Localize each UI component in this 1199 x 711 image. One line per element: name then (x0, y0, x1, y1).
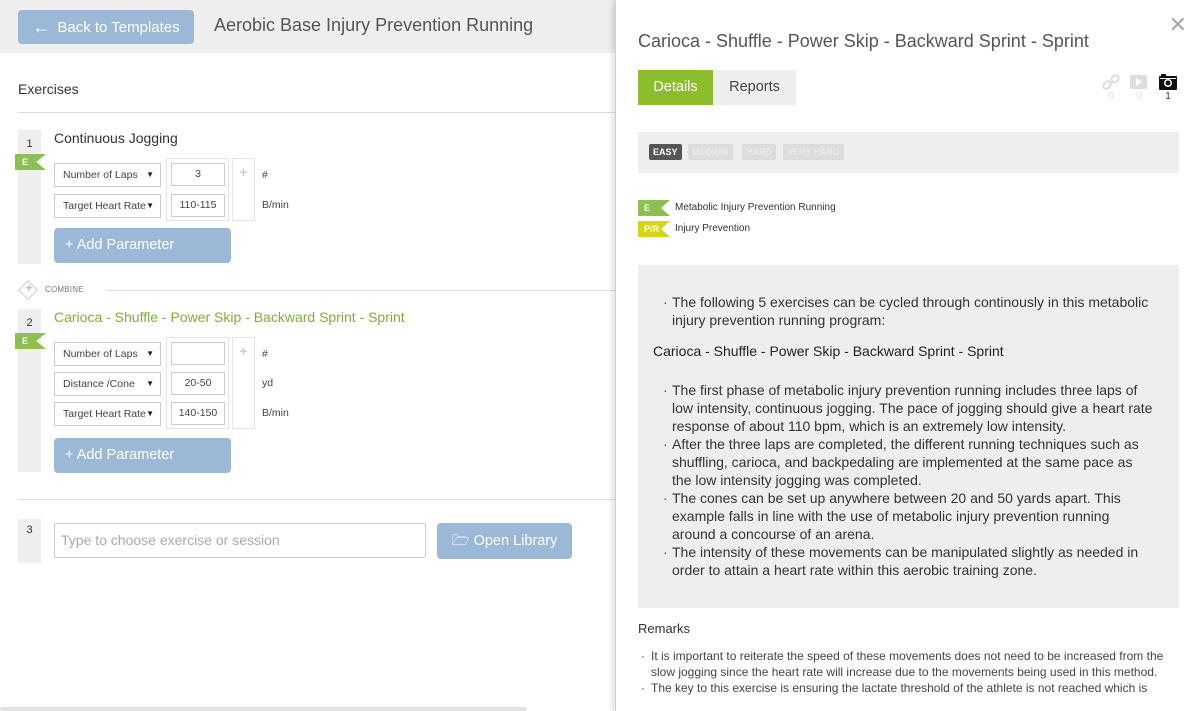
parameter-select[interactable]: Target Heart Rate ▼ (54, 194, 161, 218)
remark-item: It is important to reiterate the speed o… (638, 648, 1168, 680)
parameter-unit: B/min (262, 199, 289, 211)
description-point: The first phase of metabolic injury prev… (663, 381, 1154, 435)
description-point: The intensity of these movements can be … (663, 543, 1154, 579)
template-editor-pane: ← Back to Templates Aerobic Base Injury … (0, 0, 615, 711)
category-flag: P/R (638, 221, 670, 237)
plus-icon: + (239, 343, 248, 359)
parameter-value-input[interactable]: 110-115 (171, 194, 225, 217)
description-intro: The following 5 exercises can be cycled … (663, 293, 1154, 329)
caret-down-icon: ▼ (146, 349, 154, 358)
combine-divider: + COMBINE (18, 280, 615, 300)
exercise-number: 3 (18, 519, 41, 563)
link-icon (1102, 74, 1120, 90)
parameter-unit: # (262, 348, 268, 360)
difficulty-selector: EASY MEDIUM HARD VERY HARD (638, 132, 1179, 173)
exercise-number: 1 (18, 130, 41, 264)
category-label: Injury Prevention (675, 223, 751, 234)
category-flag: E (638, 200, 670, 216)
category-tag: E Metabolic Injury Prevention Running (638, 200, 938, 216)
arrow-left-icon: ← (32, 17, 51, 37)
difficulty-hard[interactable]: HARD (742, 144, 776, 160)
videos-count: 0 (1136, 91, 1142, 102)
parameter-value-input[interactable] (171, 342, 225, 365)
videos-media[interactable]: 0 (1129, 73, 1149, 103)
exercise-name[interactable]: Carioca - Shuffle - Power Skip - Backwar… (54, 309, 405, 325)
difficulty-very-hard[interactable]: VERY HARD (783, 144, 844, 160)
open-library-label: Open Library (473, 533, 558, 549)
photos-count: 1 (1165, 91, 1171, 102)
links-count: 0 (1108, 91, 1114, 102)
caret-down-icon: ▼ (146, 201, 154, 210)
description-point: After the three laps are completed, the … (663, 435, 1154, 489)
description-point: The cones can be set up anywhere between… (663, 489, 1154, 543)
top-bar: ← Back to Templates Aerobic Base Injury … (0, 0, 615, 53)
add-set-button[interactable]: + (232, 158, 255, 221)
caret-down-icon: ▼ (146, 379, 154, 388)
open-library-button[interactable]: 🗁 Open Library (437, 523, 572, 559)
parameter-select[interactable]: Target Heart Rate ▼ (54, 402, 161, 426)
parameter-select[interactable]: Number of Laps ▼ (54, 342, 161, 366)
parameter-unit: B/min (262, 407, 289, 419)
template-title: Aerobic Base Injury Prevention Running (214, 15, 534, 35)
exercise-name[interactable]: Continuous Jogging (54, 130, 178, 146)
exercise-item: 2 E Carioca - Shuffle - Power Skip - Bac… (15, 309, 615, 474)
add-parameter-button[interactable]: + Add Parameter (54, 228, 231, 263)
plus-icon: + (25, 281, 33, 295)
back-to-templates-button[interactable]: ← Back to Templates (18, 10, 194, 44)
plus-icon: + (239, 164, 248, 180)
exercises-heading: Exercises (18, 81, 79, 97)
category-tag: P/R Injury Prevention (638, 221, 938, 237)
tab-reports[interactable]: Reports (713, 70, 796, 105)
parameter-select[interactable]: Distance /Cone ▼ (54, 372, 161, 396)
remarks-heading: Remarks (638, 621, 691, 636)
parameter-value-input[interactable]: 3 (171, 163, 225, 186)
parameter-select[interactable]: Number of Laps ▼ (54, 163, 161, 187)
close-icon[interactable]: ✕ (1169, 14, 1187, 36)
add-parameter-button[interactable]: + Add Parameter (54, 438, 231, 473)
parameter-value-input[interactable]: 20-50 (171, 372, 225, 395)
divider (18, 499, 615, 500)
parameter-unit: # (262, 169, 268, 181)
category-label: Metabolic Injury Prevention Running (675, 202, 836, 213)
exercise-detail-panel: Carioca - Shuffle - Power Skip - Backwar… (615, 0, 1199, 711)
tab-details[interactable]: Details (638, 70, 713, 105)
caret-down-icon: ▼ (146, 409, 154, 418)
horizontal-scrollbar[interactable] (0, 707, 527, 711)
parameter-unit: yd (262, 377, 274, 389)
divider (18, 112, 615, 113)
difficulty-medium[interactable]: MEDIUM (688, 144, 733, 160)
difficulty-easy[interactable]: EASY (649, 144, 682, 160)
back-button-label: Back to Templates (57, 18, 180, 36)
parameter-value-input[interactable]: 140-150 (171, 402, 225, 425)
exercise-description: The following 5 exercises can be cycled … (638, 265, 1179, 608)
links-media[interactable]: 0 (1101, 73, 1121, 103)
combine-label: COMBINE (45, 285, 84, 294)
category-flag: E (15, 333, 46, 349)
new-exercise-row: 3 (18, 519, 48, 563)
detail-title: Carioca - Shuffle - Power Skip - Backwar… (638, 31, 1089, 51)
exercise-item: 1 E Continuous Jogging + Number of Laps ▼… (15, 130, 615, 265)
camera-icon (1159, 74, 1177, 90)
add-set-button[interactable]: + (232, 337, 255, 429)
video-icon (1130, 75, 1147, 89)
photos-media[interactable]: 1 (1158, 73, 1178, 103)
exercise-sequence: Carioca - Shuffle - Power Skip - Backwar… (653, 343, 1004, 359)
folder-open-icon: 🗁 (451, 533, 470, 549)
caret-down-icon: ▼ (146, 170, 154, 179)
remarks-list: It is important to reiterate the speed o… (638, 648, 1168, 696)
exercise-search-input[interactable]: Type to choose exercise or session (54, 523, 426, 558)
remark-item: The key to this exercise is ensuring the… (638, 680, 1168, 696)
category-flag: E (15, 154, 46, 170)
